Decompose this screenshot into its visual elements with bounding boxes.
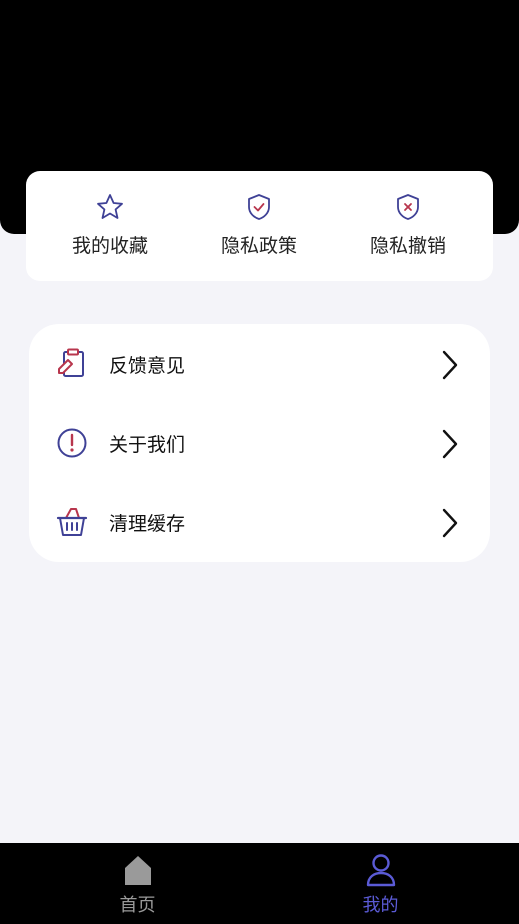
chevron-right-icon	[442, 508, 458, 538]
info-exclamation-icon	[57, 428, 87, 458]
tab-home[interactable]: 首页	[8, 843, 267, 924]
menu-item-clear-cache[interactable]: 清理缓存	[29, 483, 490, 562]
feedback-icon	[58, 348, 84, 377]
bottom-tab-bar: 首页 我的	[0, 843, 519, 924]
quick-actions-card: 我的收藏 隐私政策 隐私撤销	[26, 171, 493, 281]
favorites-button[interactable]: 我的收藏	[32, 171, 188, 281]
privacy-revoke-button[interactable]: 隐私撤销	[330, 171, 486, 281]
user-icon	[366, 854, 395, 887]
clear-cache-label: 清理缓存	[109, 513, 186, 535]
shield-x-icon	[397, 194, 419, 220]
privacy-policy-label: 隐私政策	[220, 235, 297, 257]
tab-mine-label: 我的	[362, 895, 399, 916]
basket-icon	[56, 508, 88, 536]
favorites-label: 我的收藏	[71, 235, 148, 257]
tab-mine[interactable]: 我的	[251, 843, 510, 924]
menu-item-feedback[interactable]: 反馈意见	[29, 325, 490, 404]
chevron-right-icon	[442, 350, 458, 380]
menu-item-about[interactable]: 关于我们	[29, 404, 490, 483]
feedback-label: 反馈意见	[109, 355, 186, 377]
about-label: 关于我们	[109, 434, 186, 456]
shield-check-icon	[248, 194, 270, 220]
home-icon	[124, 856, 151, 885]
privacy-policy-button[interactable]: 隐私政策	[181, 171, 337, 281]
tab-home-label: 首页	[119, 895, 156, 916]
star-icon	[97, 194, 123, 219]
settings-menu-card: 反馈意见 关于我们 清理缓存	[29, 324, 490, 562]
chevron-right-icon	[442, 429, 458, 459]
privacy-revoke-label: 隐私撤销	[369, 235, 446, 257]
